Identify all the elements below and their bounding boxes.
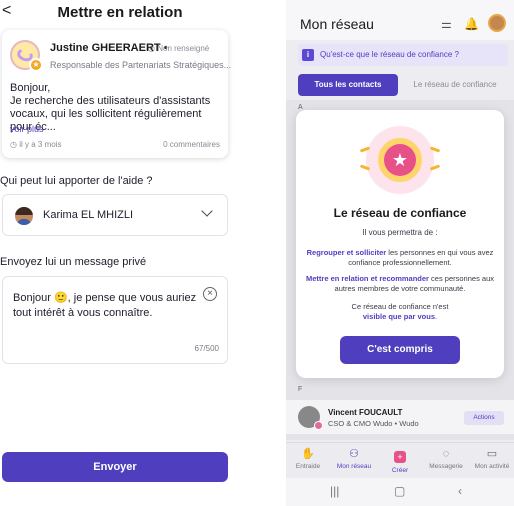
bottom-nav: ✋ Entraide ⚇ Mon réseau + Créer ◌ Messag… [286, 442, 514, 478]
modal-point-3-end: . [435, 312, 438, 321]
nav-label: Mon réseau [336, 463, 372, 470]
message-label: Envoyez lui un message privé [0, 256, 147, 268]
clock-icon: ◷ [10, 140, 17, 149]
nav-label: Entraide [295, 463, 321, 470]
author-avatar: ★ [10, 40, 43, 72]
filter-icon[interactable]: ⚌ [441, 17, 452, 31]
char-counter: 67/500 [194, 344, 219, 353]
post-card[interactable]: ★ Justine GHEERAERT • ◎ Non renseigné Re… [2, 30, 232, 158]
post-time: ◷ il y a 3 mois [10, 140, 61, 149]
chat-icon: ◌ [442, 448, 450, 460]
modal-point-1: Regrouper et solliciter les personnes en… [306, 248, 494, 268]
nav-item-entraide[interactable]: ✋ Entraide [286, 447, 330, 470]
recent-apps-icon[interactable]: ||| [330, 484, 339, 498]
network-tabs: Tous les contacts Le réseau de confiance [298, 74, 508, 96]
info-icon: i [302, 49, 314, 61]
see-more-link[interactable]: voir plus [10, 124, 44, 134]
message-textarea[interactable]: Bonjour 🙂, je pense que vous auriez tout… [2, 276, 228, 364]
modal-point-3-highlight: visible que par vous [362, 312, 435, 321]
location-status: ◎ Non renseigné [148, 44, 209, 53]
system-nav-bar: ||| ▢ ‹ [286, 478, 514, 506]
modal-point-1-highlight: Regrouper et solliciter [306, 248, 387, 257]
nav-item-messagerie[interactable]: ◌ Messagerie [424, 447, 468, 470]
info-banner[interactable]: i Qu'est-ce que le réseau de confiance ? [298, 44, 508, 66]
back-nav-icon[interactable]: ‹ [458, 484, 462, 498]
right-screen: Mon réseau ⚌ 🔔 i Qu'est-ce que le réseau… [286, 0, 514, 506]
selected-person-name: Karima EL MHIZLI [43, 209, 134, 221]
avatar-hair [15, 207, 33, 215]
modal-point-2-highlight: Mettre en relation et recommander [306, 274, 429, 283]
modal-point-3-text: Ce réseau de confiance n'est [351, 302, 449, 311]
profile-avatar[interactable] [488, 14, 506, 32]
clear-icon[interactable]: × [203, 287, 217, 301]
star-illustration-icon: ★ [359, 126, 441, 198]
left-header: < Mettre en relation [0, 0, 240, 26]
contact-avatar [298, 406, 323, 430]
tab-all-contacts[interactable]: Tous les contacts [298, 74, 398, 96]
section-letter-f: F [298, 386, 303, 393]
avatar-shirt [17, 219, 31, 225]
trust-network-modal: ★ Le réseau de confiance Il vous permett… [296, 110, 504, 378]
nav-item-mon-reseau[interactable]: ⚇ Mon réseau [332, 447, 376, 470]
contact-row[interactable]: Vincent FOUCAULT CSO & CMO Wudo • Wudo A… [286, 400, 514, 434]
hand-icon: ✋ [301, 448, 315, 460]
star-icon: ★ [384, 144, 416, 176]
person-select[interactable]: Karima EL MHIZLI [2, 194, 228, 236]
nav-label: Mon activité [474, 463, 510, 470]
chevron-down-icon[interactable] [201, 205, 213, 217]
message-text[interactable]: Bonjour 🙂, je pense que vous auriez tout… [13, 291, 199, 321]
bell-icon[interactable]: 🔔 [464, 17, 479, 31]
modal-subtitle: Il vous permettra de : [362, 228, 438, 237]
right-header: Mon réseau ⚌ 🔔 [286, 0, 514, 40]
modal-point-3: Ce réseau de confiance n'est visible que… [306, 302, 494, 322]
person-avatar [15, 207, 33, 225]
location-text: Non renseigné [157, 44, 210, 53]
people-icon: ⚇ [349, 448, 359, 460]
info-banner-text: Qu'est-ce que le réseau de confiance ? [320, 50, 459, 59]
left-screen: < Mettre en relation ★ Justine GHEERAERT… [0, 0, 240, 506]
nav-item-creer[interactable]: + Créer [378, 447, 422, 474]
author-name-text: Justine GHEERAERT [50, 42, 161, 54]
page-title: Mettre en relation [57, 4, 183, 21]
send-button[interactable]: Envoyer [2, 452, 228, 482]
home-icon[interactable]: ▢ [394, 484, 405, 498]
modal-title: Le réseau de confiance [333, 206, 467, 220]
tab-trust-network[interactable]: Le réseau de confiance [402, 74, 508, 96]
comments-count[interactable]: 0 commentaires [163, 140, 220, 149]
chart-icon: ▭ [486, 448, 498, 460]
location-pin-icon: ◎ [148, 44, 155, 53]
modal-point-2: Mettre en relation et recommander ces pe… [306, 274, 494, 294]
nav-label: Messagerie [429, 463, 463, 470]
author-role: Responsable des Partenariats Stratégique… [50, 60, 232, 70]
nav-label: Créer [391, 467, 409, 474]
contact-role: CSO & CMO Wudo • Wudo [328, 419, 419, 428]
understood-button[interactable]: C'est compris [340, 336, 460, 364]
star-badge-icon: ★ [29, 58, 43, 72]
contact-badge-icon [314, 421, 323, 430]
plus-icon: + [394, 451, 406, 463]
nav-item-mon-activite[interactable]: ▭ Mon activité [470, 447, 514, 470]
actions-button[interactable]: Actions [464, 411, 504, 425]
network-title: Mon réseau [300, 16, 374, 32]
post-time-text: il y a 3 mois [19, 140, 62, 149]
post-body-greeting: Bonjour, [10, 82, 51, 94]
contact-name: Vincent FOUCAULT [328, 408, 403, 417]
help-question-label: Qui peut lui apporter de l'aide ? [0, 175, 153, 187]
